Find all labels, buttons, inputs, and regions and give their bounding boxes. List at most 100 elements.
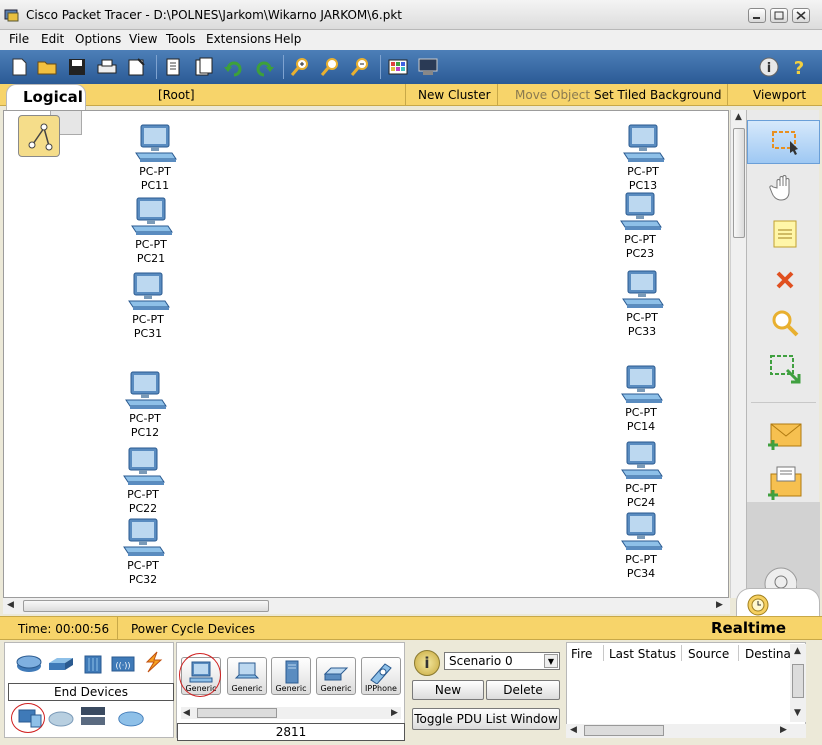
navigation-icon[interactable] (18, 115, 60, 157)
pc-device[interactable]: PC-PT PC21 (121, 196, 181, 266)
scroll-down-arrow[interactable]: ▼ (794, 708, 801, 718)
set-tiled-background-button[interactable]: Set Tiled Background (594, 88, 722, 102)
logical-tab[interactable]: Logical (6, 84, 86, 112)
pc-device[interactable]: PC-PT PC33 (612, 269, 672, 339)
help-icon[interactable]: ? (788, 57, 810, 77)
undo-icon[interactable] (223, 57, 245, 77)
realtime-tab[interactable] (736, 588, 820, 618)
activity-wizard-icon[interactable] (126, 57, 148, 77)
pc-device[interactable]: PC-PT PC14 (611, 364, 671, 434)
pc-device[interactable]: PC-PT PC12 (115, 370, 175, 440)
palette-icon[interactable] (387, 57, 409, 77)
save-icon[interactable] (66, 57, 88, 77)
scroll-right-arrow[interactable]: ▶ (716, 600, 723, 610)
toggle-pdu-list-button[interactable]: Toggle PDU List Window (412, 708, 560, 730)
scroll-thumb[interactable] (584, 725, 664, 736)
column-header-destination[interactable]: Destinat (745, 647, 796, 661)
menu-options[interactable]: Options (75, 32, 121, 46)
inspect-tool[interactable] (747, 302, 820, 346)
scroll-left-arrow[interactable]: ◀ (183, 708, 190, 718)
workspace-vertical-scrollbar[interactable]: ▲ (730, 110, 746, 598)
scroll-right-arrow[interactable]: ▶ (391, 708, 398, 718)
scroll-up-arrow[interactable]: ▲ (735, 112, 742, 122)
maximize-button[interactable] (770, 8, 788, 23)
wireless-category-icon[interactable]: ((·)) (109, 653, 137, 675)
scroll-thumb[interactable] (23, 600, 269, 612)
new-scenario-button[interactable]: New (412, 680, 484, 700)
zoom-reset-icon[interactable] (319, 57, 341, 77)
hub-category-icon[interactable] (79, 653, 107, 675)
close-button[interactable] (792, 8, 810, 23)
menu-extensions[interactable]: Extensions (206, 32, 271, 46)
column-header-fire[interactable]: Fire (571, 647, 592, 661)
window-title: Cisco Packet Tracer - D:\POLNES\Jarkom\W… (26, 8, 403, 22)
device-generic-laptop[interactable]: Generic (227, 657, 267, 695)
move-object-button[interactable]: Move Object (515, 88, 590, 102)
device-ip-phone[interactable]: IPPhone (361, 657, 401, 695)
move-layout-tool[interactable] (747, 166, 820, 210)
redo-icon[interactable] (253, 57, 275, 77)
pdu-horizontal-scrollbar[interactable]: ◀ ▶ (566, 724, 806, 738)
scenario-info-icon[interactable]: i (414, 650, 440, 676)
select-tool[interactable] (747, 120, 820, 164)
paste-icon[interactable] (193, 57, 215, 77)
viewport-button[interactable]: Viewport (753, 88, 806, 102)
column-header-source[interactable]: Source (688, 647, 729, 661)
open-folder-icon[interactable] (36, 57, 58, 77)
resize-shape-tool[interactable] (747, 346, 820, 390)
minimize-button[interactable] (748, 8, 766, 23)
connections-category-icon[interactable] (139, 651, 167, 673)
custom-devices-category-icon[interactable] (79, 705, 107, 727)
scroll-left-arrow[interactable]: ◀ (570, 725, 577, 735)
delete-scenario-button[interactable]: Delete (486, 680, 560, 700)
logical-workspace[interactable]: PC-PT PC11 PC-PT PC21 PC-PT PC31 PC-PT PC12 PC-P… (3, 110, 729, 598)
pc-device[interactable]: PC-PT PC34 (611, 511, 671, 581)
info-icon[interactable]: i (758, 57, 780, 77)
menu-edit[interactable]: Edit (41, 32, 64, 46)
root-label[interactable]: [Root] (158, 88, 195, 102)
scroll-right-arrow[interactable]: ▶ (780, 725, 787, 735)
menu-help[interactable]: Help (274, 32, 301, 46)
pc-device[interactable]: PC-PT PC13 (613, 123, 673, 193)
custom-device-icon[interactable] (417, 57, 439, 77)
zoom-out-icon[interactable] (349, 57, 371, 77)
menu-file[interactable]: File (9, 32, 29, 46)
zoom-in-icon[interactable] (289, 57, 311, 77)
scroll-thumb[interactable] (197, 708, 277, 718)
delete-tool[interactable] (747, 258, 820, 302)
pc-device[interactable]: PC-PT PC31 (118, 271, 178, 341)
place-note-tool[interactable] (747, 212, 820, 256)
pc-device[interactable]: PC-PT PC22 (113, 446, 173, 516)
tool-separator (751, 402, 816, 403)
power-cycle-devices-button[interactable]: Power Cycle Devices (131, 622, 255, 636)
copy-icon[interactable] (163, 57, 185, 77)
menu-tools[interactable]: Tools (166, 32, 196, 46)
device-generic-printer[interactable]: Generic (316, 657, 356, 695)
device-list-scrollbar[interactable]: ◀ ▶ (181, 707, 401, 719)
switch-category-icon[interactable] (47, 653, 75, 675)
print-icon[interactable] (96, 57, 118, 77)
scroll-up-arrow[interactable]: ▲ (794, 646, 801, 656)
pc-device[interactable]: PC-PT PC23 (610, 191, 670, 261)
pc-device[interactable]: PC-PT PC32 (113, 517, 173, 587)
scroll-thumb[interactable] (792, 664, 804, 698)
add-complex-pdu-tool[interactable] (747, 458, 820, 502)
scroll-left-arrow[interactable]: ◀ (7, 600, 14, 610)
menu-view[interactable]: View (129, 32, 157, 46)
workspace-horizontal-scrollbar[interactable]: ◀ ▶ (3, 598, 730, 614)
column-header-last-status[interactable]: Last Status (609, 647, 676, 661)
add-simple-pdu-tool[interactable] (747, 412, 820, 456)
wan-emulation-category-icon[interactable] (47, 707, 75, 729)
pc-device[interactable]: PC-PT PC24 (611, 440, 671, 510)
new-cluster-button[interactable]: New Cluster (418, 88, 491, 102)
scroll-thumb[interactable] (733, 128, 745, 238)
scenario-select[interactable]: Scenario 0 ▼ (444, 652, 560, 670)
new-file-icon[interactable] (8, 57, 30, 77)
pc-device[interactable]: PC-PT PC11 (125, 123, 185, 193)
pdu-vertical-scrollbar[interactable]: ▲ ▼ (790, 644, 806, 722)
multiuser-category-icon[interactable] (117, 707, 145, 729)
router-category-icon[interactable] (15, 653, 43, 675)
device-type-label: PC-PT (624, 233, 656, 246)
device-generic-server[interactable]: Generic (271, 657, 311, 695)
chevron-down-icon[interactable]: ▼ (544, 654, 558, 668)
